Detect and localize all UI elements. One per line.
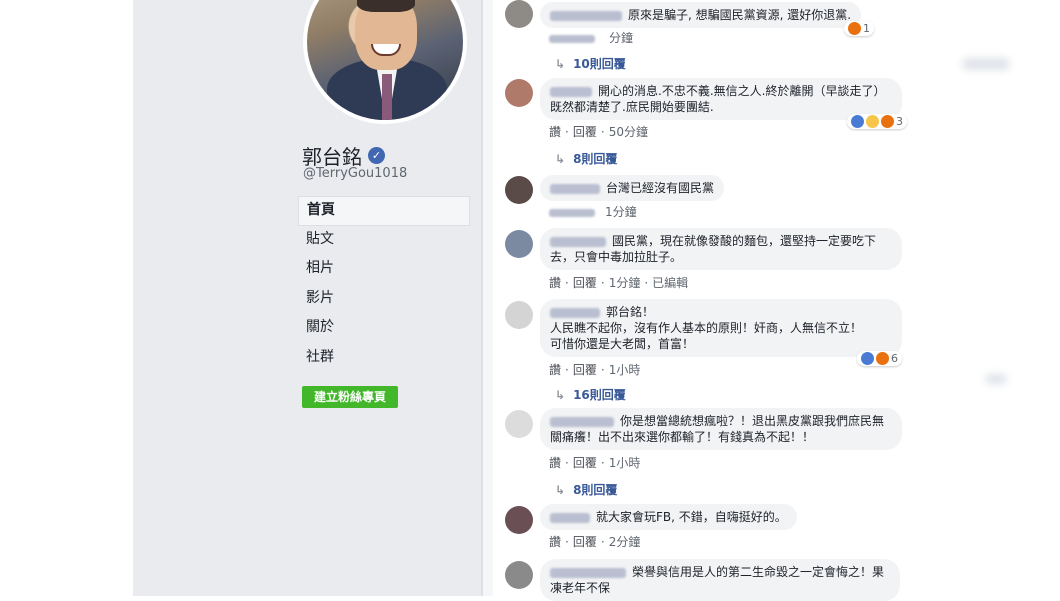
reply-arrow-icon: ↳ [555, 152, 566, 166]
commenter-avatar[interactable] [505, 176, 533, 204]
reaction-count: 1 [863, 22, 870, 35]
commenter-name-blurred[interactable] [550, 512, 590, 523]
reply-link[interactable]: 回覆 [573, 535, 597, 549]
nav-community[interactable]: 社群 [298, 344, 470, 374]
haha-reaction-icon [866, 115, 879, 128]
commenter-avatar[interactable] [505, 230, 533, 258]
view-replies-link[interactable]: ↳ 8則回覆 [555, 481, 617, 498]
reply-link[interactable]: 回覆 [573, 276, 597, 290]
like-link[interactable]: 讚 [549, 363, 561, 377]
angry-reaction-icon [848, 22, 861, 35]
comment-text: 開心的消息.不忠不義.無信之人.終於離開（早談走了）既然都清楚了.庶民開始要團結… [550, 84, 886, 114]
comment-time[interactable]: 分鐘 [609, 31, 633, 45]
comment-bubble: 榮譽與信用是人的第二生命毀之一定會悔之！果凍老年不保 [540, 559, 900, 601]
comment-time[interactable]: 1小時 [609, 456, 641, 470]
nav-home[interactable]: 首頁 [298, 196, 470, 226]
nav-videos[interactable]: 影片 [298, 285, 470, 315]
comment-actions: 讚 · 回覆 · 2分鐘 [549, 535, 641, 549]
nav-posts[interactable]: 貼文 [298, 226, 470, 256]
reaction-summary[interactable]: 3 [847, 114, 907, 129]
comment-bubble: 開心的消息.不忠不義.無信之人.終於離開（早談走了）既然都清楚了.庶民開始要團結… [540, 78, 902, 120]
reply-count: 8則回覆 [573, 483, 618, 497]
commenter-name-blurred[interactable] [550, 86, 592, 97]
commenter-name-blurred[interactable] [550, 183, 600, 194]
blurred-background [962, 58, 1010, 70]
like-link[interactable]: 讚 [549, 276, 561, 290]
comment-text: 原來是騙子, 想騙國民黨資源, 還好你退黨. [628, 8, 852, 22]
reply-link[interactable]: 回覆 [573, 363, 597, 377]
like-link[interactable]: 讚 [549, 456, 561, 470]
commenter-name-blurred[interactable] [550, 10, 622, 21]
view-replies-link[interactable]: ↳ 10則回覆 [555, 55, 626, 72]
comment-list: 原來是騙子, 想騙國民黨資源, 還好你退黨. 1 分鐘 ↳ 10則回覆 開心的消息… [500, 0, 910, 601]
blurred-background [985, 374, 1007, 384]
angry-reaction-icon [876, 352, 889, 365]
commenter-name-blurred[interactable] [550, 236, 606, 247]
reply-count: 16則回覆 [573, 388, 626, 402]
commenter-avatar[interactable] [505, 0, 533, 28]
profile-picture[interactable] [303, 0, 467, 124]
verified-badge-icon: ✓ [368, 147, 385, 164]
commenter-avatar[interactable] [505, 561, 533, 589]
commenter-avatar[interactable] [505, 79, 533, 107]
comment-bubble: 你是想當總統想瘋啦？！退出黑皮黨跟我們庶民無關痛癢！出不出來選你都輸了！有錢真為… [540, 408, 902, 450]
comment-bubble: 原來是騙子, 想騙國民黨資源, 還好你退黨. [540, 2, 862, 28]
comment-time[interactable]: 1小時 [609, 363, 641, 377]
nav-photos[interactable]: 相片 [298, 255, 470, 285]
comment-text-line: 人民瞧不起你，沒有作人基本的原則！奸商，人無信不立！ [550, 321, 863, 335]
comment-time[interactable]: 1分鐘 [609, 276, 641, 290]
commenter-name-blurred[interactable] [550, 307, 600, 318]
like-link[interactable]: 讚 [549, 125, 561, 139]
view-replies-link[interactable]: ↳ 8則回覆 [555, 150, 617, 167]
commenter-avatar[interactable] [505, 410, 533, 438]
comment-actions: 讚 · 回覆 · 50分鐘 [549, 125, 648, 139]
like-link[interactable]: 讚 [549, 535, 561, 549]
comment-actions: 讚 · 回覆 · 1分鐘 · 已編輯 [549, 276, 689, 290]
column-divider [481, 0, 493, 596]
reaction-count: 3 [896, 115, 903, 128]
comment-bubble: 郭台銘！ 人民瞧不起你，沒有作人基本的原則！奸商，人無信不立！ 可惜你還是大老闆… [540, 299, 902, 357]
page-nav: 首頁 貼文 相片 影片 關於 社群 [298, 196, 470, 373]
create-page-button[interactable]: 建立粉絲專頁 [302, 386, 398, 408]
commenter-name-blurred[interactable] [550, 416, 614, 427]
comment-actions: 1分鐘 [549, 203, 637, 220]
comment-text-line: 可惜你還是大老闆，首富！ [550, 337, 695, 351]
comment-bubble: 國民黨，現在就像發酸的麵包，還堅持一定要吃下去，只會中毒加拉肚子。 [540, 228, 902, 270]
comment-actions: 分鐘 [549, 29, 633, 46]
view-replies-link[interactable]: ↳ 16則回覆 [555, 386, 626, 403]
like-reaction-icon [851, 115, 864, 128]
reaction-summary[interactable]: 1 [844, 21, 874, 36]
reply-arrow-icon: ↳ [555, 388, 566, 402]
commenter-avatar[interactable] [505, 506, 533, 534]
edited-label[interactable]: 已編輯 [652, 276, 688, 290]
comment-bubble: 就大家會玩FB, 不錯，自嗨挺好的。 [540, 504, 797, 530]
reply-count: 10則回覆 [573, 57, 626, 71]
reply-link[interactable]: 回覆 [573, 125, 597, 139]
avatar-hair [357, 0, 415, 12]
reply-count: 8則回覆 [573, 152, 618, 166]
reaction-summary[interactable]: 6 [857, 351, 902, 366]
blurred-actions [549, 34, 595, 43]
comment-time[interactable]: 2分鐘 [609, 535, 641, 549]
commenter-avatar[interactable] [505, 301, 533, 329]
comment-bubble: 台灣已經沒有國民黨 [540, 175, 725, 201]
avatar-tie [382, 74, 392, 120]
comment-text: 就大家會玩FB, 不錯，自嗨挺好的。 [596, 510, 787, 524]
reply-arrow-icon: ↳ [555, 483, 566, 497]
angry-reaction-icon [881, 115, 894, 128]
comment-time[interactable]: 1分鐘 [605, 205, 637, 219]
comment-text: 台灣已經沒有國民黨 [606, 181, 715, 195]
commenter-name-blurred[interactable] [550, 567, 626, 578]
blurred-actions [549, 208, 595, 217]
nav-about[interactable]: 關於 [298, 314, 470, 344]
reaction-count: 6 [891, 352, 898, 365]
comment-actions: 讚 · 回覆 · 1小時 [549, 363, 641, 377]
reply-link[interactable]: 回覆 [573, 456, 597, 470]
comment-actions: 讚 · 回覆 · 1小時 [549, 456, 641, 470]
reply-arrow-icon: ↳ [555, 57, 566, 71]
page-username: @TerryGou1018 [303, 166, 408, 181]
comment-text-line: 郭台銘！ [606, 305, 655, 319]
like-reaction-icon [861, 352, 874, 365]
comment-time[interactable]: 50分鐘 [609, 125, 648, 139]
